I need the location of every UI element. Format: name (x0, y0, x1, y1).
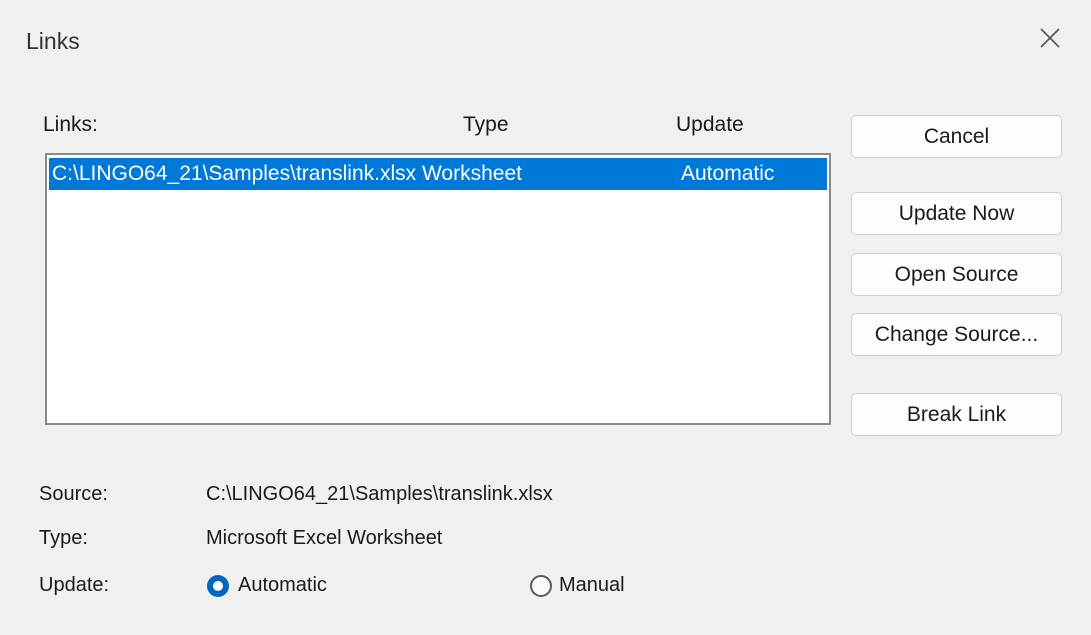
links-dialog: Links Links: Type Update C:\LINGO64_21\S… (0, 0, 1091, 635)
automatic-radio[interactable] (207, 575, 229, 597)
update-label: Update: (39, 574, 110, 596)
automatic-radio-label[interactable]: Automatic (238, 574, 327, 597)
link-update: Automatic (681, 162, 775, 185)
manual-radio-label[interactable]: Manual (559, 574, 625, 597)
update-now-button[interactable]: Update Now (851, 192, 1062, 235)
close-icon (1040, 28, 1060, 48)
open-source-button[interactable]: Open Source (851, 253, 1062, 296)
break-link-button[interactable]: Break Link (851, 393, 1062, 436)
list-item[interactable]: C:\LINGO64_21\Samples\translink.xlsx Wor… (49, 158, 827, 190)
manual-radio[interactable] (530, 575, 552, 597)
link-name: C:\LINGO64_21\Samples\translink.xlsx Wor… (52, 162, 522, 185)
source-value: C:\LINGO64_21\Samples\translink.xlsx (206, 483, 553, 505)
update-column-header: Update (676, 113, 744, 136)
change-source-button[interactable]: Change Source... (851, 313, 1062, 356)
type-value: Microsoft Excel Worksheet (206, 527, 443, 549)
type-label: Type: (39, 527, 88, 549)
dialog-title: Links (26, 28, 80, 54)
source-label: Source: (39, 483, 108, 505)
type-column-header: Type (463, 113, 509, 136)
close-button[interactable] (1036, 24, 1064, 52)
links-list[interactable]: C:\LINGO64_21\Samples\translink.xlsx Wor… (45, 153, 831, 425)
links-column-header: Links: (43, 113, 98, 136)
cancel-button[interactable]: Cancel (851, 115, 1062, 158)
